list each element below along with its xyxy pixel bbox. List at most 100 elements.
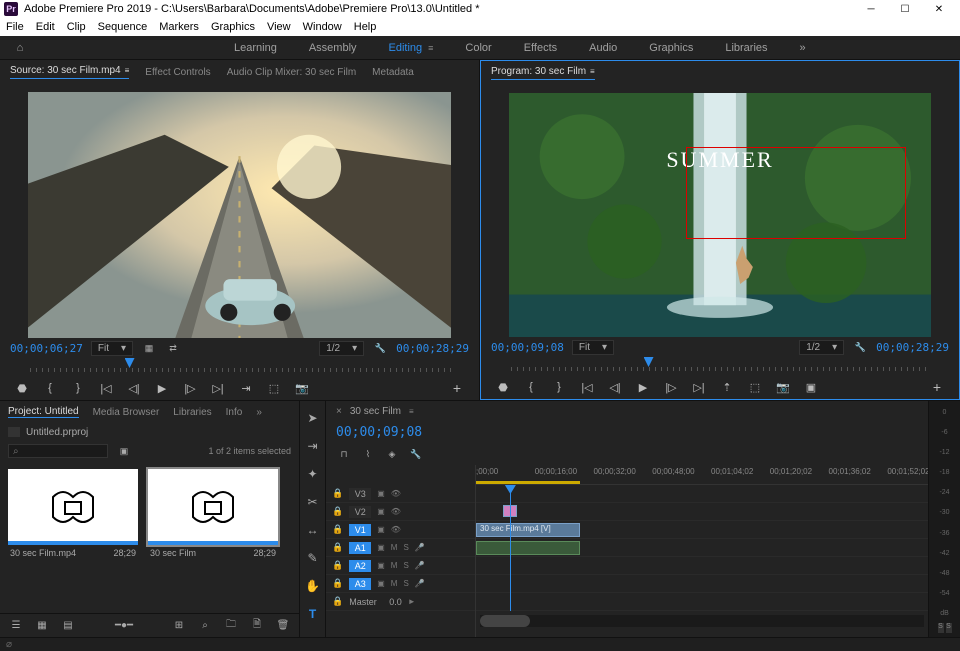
- go-out-icon[interactable]: ▷|: [210, 381, 226, 395]
- metadata-tab[interactable]: Metadata: [372, 67, 414, 78]
- mark-in-icon[interactable]: {: [42, 381, 58, 395]
- maximize-button[interactable]: ☐: [888, 0, 922, 18]
- p-step-fwd-icon[interactable]: |▷: [663, 380, 679, 394]
- source-grid-icon[interactable]: ▦: [141, 341, 157, 355]
- media-browser-tab[interactable]: Media Browser: [93, 407, 160, 418]
- trash-icon[interactable]: 🗑: [275, 619, 291, 633]
- menu-clip[interactable]: Clip: [67, 21, 86, 33]
- zoom-slider[interactable]: ━●━: [116, 619, 132, 633]
- info-tab[interactable]: Info: [226, 407, 243, 418]
- marker-add-icon[interactable]: ◈: [384, 447, 400, 461]
- source-swap-icon[interactable]: ⇄: [165, 341, 181, 355]
- new-bin-icon[interactable]: 🗀: [223, 619, 239, 633]
- source-zoom-dropdown[interactable]: 1/2▾: [319, 341, 364, 356]
- menu-edit[interactable]: Edit: [36, 21, 55, 33]
- program-tc-left[interactable]: 00;00;09;08: [491, 341, 564, 354]
- timeline-tc[interactable]: 00;00;09;08: [336, 425, 422, 440]
- playhead[interactable]: [510, 485, 511, 611]
- p-go-out-icon[interactable]: ▷|: [691, 380, 707, 394]
- effect-controls-tab[interactable]: Effect Controls: [145, 67, 210, 78]
- p-export-frame-icon[interactable]: 📷: [775, 380, 791, 394]
- razor-tool[interactable]: ✂: [304, 493, 322, 511]
- track-v3[interactable]: 🔒V3▣👁: [326, 485, 475, 503]
- workspace-learning[interactable]: Learning: [234, 42, 277, 54]
- track-master[interactable]: 🔒Master0.0►: [326, 593, 475, 611]
- close-button[interactable]: ✕: [922, 0, 956, 18]
- workspace-effects[interactable]: Effects: [524, 42, 557, 54]
- overwrite-icon[interactable]: ⬚: [266, 381, 282, 395]
- auto-seq-icon[interactable]: ⊞: [171, 619, 187, 633]
- workspace-assembly[interactable]: Assembly: [309, 42, 357, 54]
- source-viewer[interactable]: [28, 92, 451, 338]
- snap-icon[interactable]: ⊓: [336, 447, 352, 461]
- program-ruler[interactable]: [481, 357, 959, 375]
- program-zoom-dropdown[interactable]: 1/2▾: [799, 340, 844, 355]
- filter-icon[interactable]: ▣: [116, 444, 132, 458]
- track-a3[interactable]: 🔒A3▣MS🎤: [326, 575, 475, 593]
- workspace-libraries[interactable]: Libraries: [725, 42, 767, 54]
- selection-tool[interactable]: ➤: [304, 409, 322, 427]
- home-icon[interactable]: ⌂: [10, 40, 30, 56]
- type-tool[interactable]: T: [304, 605, 322, 623]
- project-more-tab[interactable]: »: [256, 407, 262, 418]
- p-lift-icon[interactable]: ⇡: [719, 380, 735, 394]
- play-icon[interactable]: ▶: [154, 381, 170, 395]
- workspace-editing[interactable]: Editing≡: [389, 42, 434, 54]
- minimize-button[interactable]: ─: [854, 0, 888, 18]
- program-selection-box[interactable]: [686, 147, 905, 240]
- source-tc-left[interactable]: 00;00;06;27: [10, 342, 83, 355]
- add-button-icon[interactable]: +: [449, 381, 465, 395]
- p-mark-in-icon[interactable]: {: [523, 380, 539, 394]
- menu-sequence[interactable]: Sequence: [98, 21, 148, 33]
- menu-help[interactable]: Help: [354, 21, 377, 33]
- program-tab[interactable]: Program: 30 sec Film ≡: [491, 66, 595, 80]
- slip-tool[interactable]: ↔: [304, 521, 322, 539]
- audio-clip[interactable]: [476, 541, 580, 555]
- link-icon[interactable]: ⌇: [360, 447, 376, 461]
- source-fit-dropdown[interactable]: Fit▾: [91, 341, 133, 356]
- project-item[interactable]: 30 sec Film.mp428;29: [8, 469, 138, 561]
- workspace-audio[interactable]: Audio: [589, 42, 617, 54]
- pen-tool[interactable]: ✎: [304, 549, 322, 567]
- track-a2[interactable]: 🔒A2▣MS🎤: [326, 557, 475, 575]
- program-fit-dropdown[interactable]: Fit▾: [572, 340, 614, 355]
- program-viewer[interactable]: SUMMER: [509, 93, 931, 337]
- timeline-scrollbar[interactable]: [480, 615, 924, 627]
- solo-left[interactable]: S: [938, 623, 944, 633]
- find-icon[interactable]: ⌕: [197, 619, 213, 633]
- track-v2[interactable]: 🔒V2▣👁: [326, 503, 475, 521]
- workspace-color[interactable]: Color: [465, 42, 491, 54]
- menu-markers[interactable]: Markers: [159, 21, 199, 33]
- p-compare-icon[interactable]: ▣: [803, 380, 819, 394]
- sequence-name[interactable]: 30 sec Film: [350, 406, 401, 417]
- p-go-in-icon[interactable]: |◁: [579, 380, 595, 394]
- seq-close-icon[interactable]: ×: [336, 406, 342, 417]
- libraries-tab[interactable]: Libraries: [173, 407, 211, 418]
- p-add-button-icon[interactable]: +: [929, 380, 945, 394]
- project-item[interactable]: 30 sec Film28;29: [148, 469, 278, 561]
- menu-graphics[interactable]: Graphics: [211, 21, 255, 33]
- mark-out-icon[interactable]: }: [70, 381, 86, 395]
- new-item-icon[interactable]: 🗎: [249, 619, 265, 633]
- freeform-icon[interactable]: ▤: [60, 619, 76, 633]
- menu-window[interactable]: Window: [303, 21, 342, 33]
- insert-icon[interactable]: ⇥: [238, 381, 254, 395]
- p-mark-out-icon[interactable]: }: [551, 380, 567, 394]
- ripple-tool[interactable]: ✦: [304, 465, 322, 483]
- list-view-icon[interactable]: ☰: [8, 619, 24, 633]
- menu-view[interactable]: View: [267, 21, 291, 33]
- source-tc-right[interactable]: 00;00;28;29: [396, 342, 469, 355]
- track-v1[interactable]: 🔒V1▣👁: [326, 521, 475, 539]
- program-wrench-icon[interactable]: 🔧: [852, 340, 868, 354]
- workspace-graphics[interactable]: Graphics: [649, 42, 693, 54]
- workspace-more[interactable]: »: [800, 42, 806, 54]
- source-ruler[interactable]: [0, 358, 479, 376]
- track-a1[interactable]: 🔒A1▣MS🎤: [326, 539, 475, 557]
- p-marker-icon[interactable]: ⬣: [495, 380, 511, 394]
- program-tc-right[interactable]: 00;00;28;29: [876, 341, 949, 354]
- marker-icon[interactable]: ⬣: [14, 381, 30, 395]
- solo-right[interactable]: S: [946, 623, 952, 633]
- p-extract-icon[interactable]: ⬚: [747, 380, 763, 394]
- source-wrench-icon[interactable]: 🔧: [372, 341, 388, 355]
- project-tab[interactable]: Project: Untitled: [8, 406, 79, 418]
